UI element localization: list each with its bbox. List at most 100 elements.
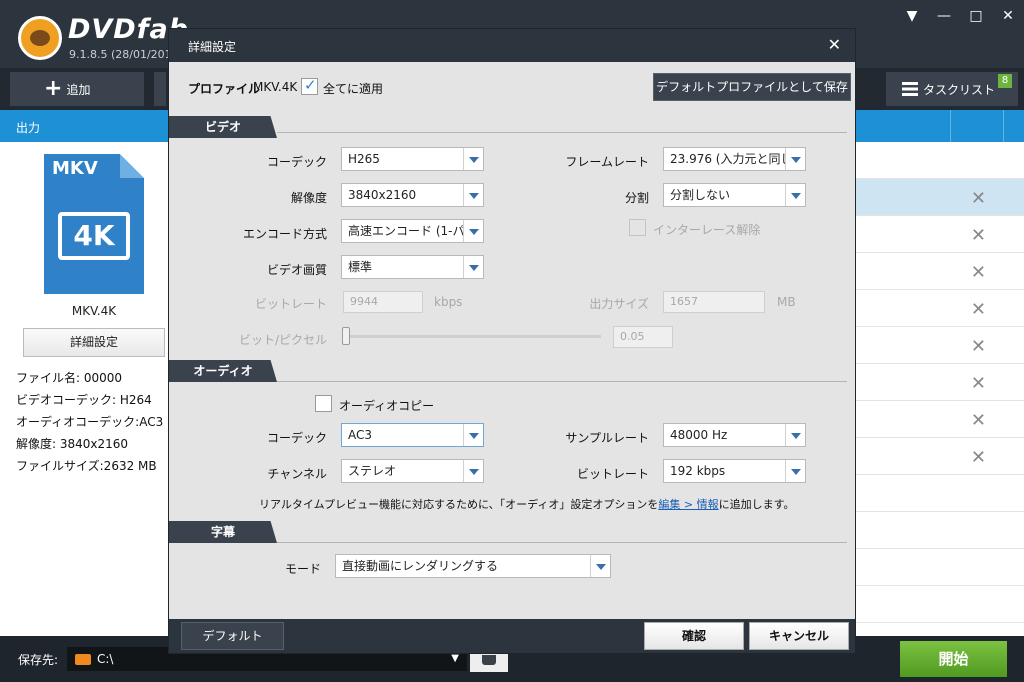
output-profile-panel: MKV 4K MKV.4K 詳細設定 ファイル名: 00000 ビデオコーデック… bbox=[0, 142, 168, 646]
apply-all-label: 全てに適用 bbox=[323, 82, 384, 96]
task-list-button[interactable]: タスクリスト 8 bbox=[886, 72, 1018, 106]
audio-bitrate-select[interactable]: 192 kbps bbox=[663, 459, 806, 483]
menu-dropdown-icon[interactable]: ▼ bbox=[902, 8, 922, 24]
chevron-down-icon bbox=[463, 220, 483, 242]
encode-method-select[interactable]: 高速エンコード (1-パス) bbox=[341, 219, 484, 243]
title-list: ✕ ✕ ✕ ✕ ✕ ✕ ✕ ✕ bbox=[856, 142, 1024, 636]
chevron-down-icon bbox=[785, 460, 805, 482]
list-item[interactable]: ✕ bbox=[856, 179, 1024, 216]
app-version: 9.1.8.5 (28/01/201 bbox=[69, 48, 172, 61]
info-filesize: ファイルサイズ:2632 MB bbox=[16, 459, 157, 473]
subtitle-section-header: 字幕 bbox=[169, 521, 277, 543]
resolution-label: 解像度 bbox=[290, 191, 327, 205]
samplerate-select[interactable]: 48000 Hz bbox=[663, 423, 806, 447]
close-icon[interactable]: ✕ bbox=[828, 35, 841, 54]
section-divider bbox=[277, 132, 847, 133]
deinterlace-checkbox[interactable] bbox=[629, 219, 646, 236]
audio-bitrate-label: ビットレート bbox=[576, 467, 649, 481]
video-codec-select[interactable]: H265 bbox=[341, 147, 484, 171]
bitrate-label: ビットレート bbox=[254, 297, 327, 311]
minimize-icon[interactable]: — bbox=[934, 8, 954, 24]
mkv-format-label: MKV bbox=[52, 158, 98, 179]
section-divider bbox=[277, 381, 847, 382]
chevron-down-icon bbox=[463, 460, 483, 482]
subtitle-mode-select[interactable]: 直接動画にレンダリングする bbox=[335, 554, 611, 578]
chevron-down-icon bbox=[463, 184, 483, 206]
cancel-button[interactable]: キャンセル bbox=[749, 622, 849, 650]
list-item[interactable]: ✕ bbox=[856, 290, 1024, 327]
close-icon[interactable]: ✕ bbox=[998, 8, 1018, 24]
add-button-label: 追加 bbox=[66, 82, 91, 97]
deinterlace-label: インターレース解除 bbox=[653, 223, 761, 237]
chevron-down-icon bbox=[590, 555, 610, 577]
ok-button[interactable]: 確認 bbox=[644, 622, 744, 650]
video-quality-select[interactable]: 標準 bbox=[341, 255, 484, 279]
list-item[interactable] bbox=[856, 142, 1024, 179]
remove-icon[interactable]: ✕ bbox=[971, 447, 986, 468]
bits-per-pixel-input[interactable]: 0.05 bbox=[613, 326, 673, 348]
channel-select[interactable]: ステレオ bbox=[341, 459, 484, 483]
remove-icon[interactable]: ✕ bbox=[971, 262, 986, 283]
list-item[interactable]: ✕ bbox=[856, 364, 1024, 401]
list-icon bbox=[902, 82, 918, 96]
monkey-logo-icon bbox=[18, 16, 62, 60]
dialog-title: 詳細設定 bbox=[188, 40, 237, 54]
save-to-label: 保存先: bbox=[18, 653, 59, 667]
remove-icon[interactable]: ✕ bbox=[971, 188, 986, 209]
audio-codec-select[interactable]: AC3 bbox=[341, 423, 484, 447]
output-size-input[interactable]: 1657 bbox=[663, 291, 765, 313]
toolbar-button-hidden[interactable] bbox=[154, 72, 166, 106]
advanced-settings-dialog: 詳細設定 ✕ プロファイル MKV.4K ✓ 全てに適用 デフォルトプロファイル… bbox=[168, 28, 856, 654]
list-item[interactable]: ✕ bbox=[856, 253, 1024, 290]
edit-info-link[interactable]: 編集 > 情報 bbox=[658, 498, 718, 511]
audio-preview-note: リアルタイムプレビュー機能に対応するために、「オーディオ」設定オプションを編集 … bbox=[259, 498, 795, 511]
add-button[interactable]: + 追加 bbox=[10, 72, 144, 106]
folder-icon bbox=[75, 654, 91, 665]
section-divider bbox=[277, 542, 847, 543]
list-item[interactable]: ✕ bbox=[856, 216, 1024, 253]
advanced-settings-button[interactable]: 詳細設定 bbox=[23, 328, 165, 357]
default-button[interactable]: デフォルト bbox=[181, 622, 284, 650]
remove-icon[interactable]: ✕ bbox=[971, 336, 986, 357]
remove-icon[interactable]: ✕ bbox=[971, 373, 986, 394]
dialog-title-bar: 詳細設定 bbox=[169, 29, 855, 62]
info-audio-codec: オーディオコーデック:AC3 bbox=[16, 415, 164, 429]
remove-icon[interactable]: ✕ bbox=[971, 225, 986, 246]
task-list-label: タスクリスト bbox=[923, 82, 996, 97]
start-button[interactable]: 開始 bbox=[900, 641, 1007, 677]
bitrate-input[interactable]: 9944 bbox=[343, 291, 423, 313]
list-item[interactable] bbox=[856, 586, 1024, 623]
video-quality-label: ビデオ画質 bbox=[266, 263, 327, 277]
info-video-codec: ビデオコーデック: H264 bbox=[16, 393, 152, 407]
apply-all-checkbox[interactable]: ✓ bbox=[301, 76, 318, 95]
remove-icon[interactable]: ✕ bbox=[971, 299, 986, 320]
maximize-icon[interactable]: □ bbox=[966, 8, 986, 24]
plus-icon: + bbox=[44, 76, 63, 101]
output-label: 出力 bbox=[16, 121, 41, 135]
output-size-label: 出力サイズ bbox=[589, 297, 649, 311]
subtitle-mode-label: モード bbox=[284, 562, 321, 576]
list-item[interactable]: ✕ bbox=[856, 327, 1024, 364]
list-item[interactable] bbox=[856, 475, 1024, 512]
list-item[interactable]: ✕ bbox=[856, 438, 1024, 475]
samplerate-label: サンプルレート bbox=[565, 431, 649, 445]
list-item[interactable] bbox=[856, 512, 1024, 549]
audio-copy-checkbox[interactable] bbox=[315, 395, 332, 412]
channel-label: チャンネル bbox=[267, 467, 327, 481]
bits-per-pixel-slider-track[interactable] bbox=[345, 335, 601, 338]
bits-per-pixel-slider-thumb[interactable] bbox=[342, 327, 350, 345]
remove-icon[interactable]: ✕ bbox=[971, 410, 986, 431]
framerate-select[interactable]: 23.976 (入力元と同じ) bbox=[663, 147, 806, 171]
chevron-down-icon bbox=[785, 148, 805, 170]
list-item[interactable] bbox=[856, 549, 1024, 586]
resolution-select[interactable]: 3840x2160 bbox=[341, 183, 484, 207]
split-select[interactable]: 分割しない bbox=[663, 183, 806, 207]
list-item[interactable]: ✕ bbox=[856, 401, 1024, 438]
audio-codec-label: コーデック bbox=[266, 431, 327, 445]
info-resolution: 解像度: 3840x2160 bbox=[16, 437, 129, 451]
profile-name: MKV.4K bbox=[71, 304, 117, 318]
save-path-value: C:\ bbox=[97, 652, 114, 666]
save-as-default-profile-button[interactable]: デフォルトプロファイルとして保存 bbox=[653, 73, 851, 101]
mkv-file-icon[interactable]: MKV 4K bbox=[44, 154, 144, 294]
info-filename: ファイル名: 00000 bbox=[16, 371, 123, 385]
